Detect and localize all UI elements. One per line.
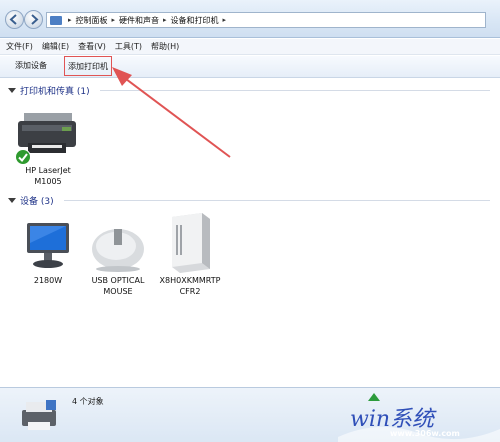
forward-button[interactable] — [24, 10, 43, 29]
menu-edit[interactable]: 编辑(E) — [42, 41, 69, 52]
device-name-line2: MOUSE — [103, 287, 133, 296]
devices-group-header[interactable]: 设备 (3) — [8, 194, 54, 207]
back-button[interactable] — [5, 10, 24, 29]
menu-view[interactable]: 查看(V) — [78, 41, 106, 52]
annotation-arrow-icon — [112, 67, 231, 158]
device-label-mouse: USB OPTICAL MOUSE — [86, 275, 150, 297]
address-bar-container: ▸ 控制面板 ▸ 硬件和声音 ▸ 设备和打印机 ▸ — [0, 0, 500, 38]
site-watermark: win系统 www.306w.com — [338, 389, 500, 442]
device-name-line1: 2180W — [33, 276, 63, 285]
devices-group-title: 设备 (3) — [20, 197, 54, 207]
device-label-monitor: 2180W — [18, 275, 78, 286]
device-label-generic: X8H0XKMMRTP CFR2 — [152, 275, 228, 297]
collapse-icon — [8, 198, 16, 203]
device-name-line1: USB OPTICAL — [91, 276, 145, 285]
arrow-left-icon — [9, 14, 17, 25]
generic-device-icon — [172, 213, 210, 273]
devices-view: 打印机和传真 (1) HP LaserJet M1005 设备 (3) 2180… — [0, 67, 500, 387]
menu-bar: 文件(F) 编辑(E) 查看(V) 工具(T) 帮助(H) — [0, 39, 500, 55]
device-item-monitor[interactable] — [18, 219, 78, 275]
control-panel-icon — [50, 15, 62, 25]
breadcrumb-hardware-sound[interactable]: 硬件和声音 — [119, 15, 159, 26]
device-name-line1: X8H0XKMMRTP — [159, 276, 221, 285]
breadcrumb-devices-printers[interactable]: 设备和打印机 — [171, 15, 219, 26]
address-field[interactable]: ▸ 控制面板 ▸ 硬件和声音 ▸ 设备和打印机 ▸ — [46, 12, 486, 28]
devices-printers-icon — [22, 400, 56, 430]
watermark-site: www.306w.com — [390, 429, 460, 438]
chevron-right-icon[interactable]: ▸ — [112, 16, 116, 24]
breadcrumb-control-panel[interactable]: 控制面板 — [76, 15, 108, 26]
monitor-icon — [27, 223, 69, 268]
chevron-right-icon[interactable]: ▸ — [223, 16, 227, 24]
group-divider — [64, 200, 490, 201]
menu-tools[interactable]: 工具(T) — [115, 41, 142, 52]
menu-file[interactable]: 文件(F) — [6, 41, 33, 52]
object-count: 4 个对象 — [72, 397, 104, 406]
chevron-right-icon[interactable]: ▸ — [163, 16, 167, 24]
chevron-right-icon[interactable]: ▸ — [68, 16, 72, 24]
device-item-generic[interactable] — [158, 211, 222, 275]
menu-help[interactable]: 帮助(H) — [151, 41, 179, 52]
device-name-line2: CFR2 — [179, 287, 201, 296]
mouse-icon — [92, 229, 144, 272]
arrow-right-icon — [31, 14, 39, 25]
device-item-mouse[interactable] — [86, 219, 150, 275]
